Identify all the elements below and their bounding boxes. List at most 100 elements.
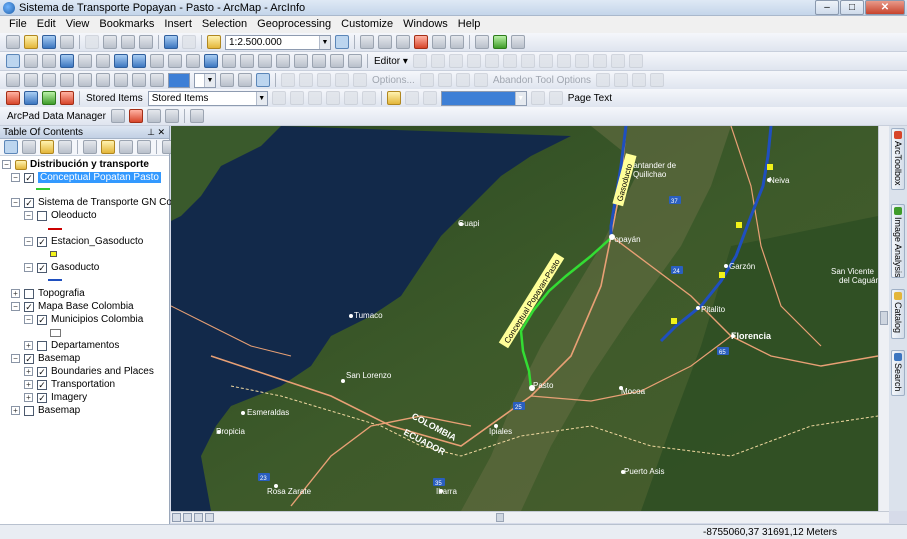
trace-icon[interactable] bbox=[484, 54, 499, 68]
arctoolbox-icon[interactable] bbox=[414, 35, 428, 49]
hyperlink-icon[interactable] bbox=[222, 54, 236, 68]
layer-row-departamentos[interactable]: + Departamentos bbox=[24, 339, 119, 352]
find-route-icon[interactable] bbox=[294, 54, 308, 68]
next-page-icon[interactable] bbox=[530, 91, 545, 105]
layer-row-conceptual[interactable]: − ✓ Conceptual Popatan Pasto bbox=[11, 171, 161, 184]
swipe-icon[interactable] bbox=[114, 73, 128, 87]
layer-row-basemap[interactable]: + Basemap bbox=[11, 404, 80, 417]
layer-combo[interactable] bbox=[168, 72, 190, 88]
edit-vertices-icon[interactable] bbox=[502, 54, 517, 68]
layer-row-municipios[interactable]: − ✓ Municipios Colombia bbox=[24, 313, 143, 326]
raster-icon[interactable] bbox=[119, 140, 133, 154]
map-scale-combo[interactable]: 1:2.500.000 ▼ bbox=[225, 34, 331, 50]
collapse-icon[interactable]: − bbox=[24, 263, 33, 272]
menu-insert[interactable]: Insert bbox=[159, 16, 197, 33]
data-view-icon[interactable] bbox=[172, 513, 181, 522]
layer-checkbox[interactable] bbox=[24, 405, 34, 416]
map-display[interactable]: Guapi Tumaco San Lorenzo Esmeraldas Prop… bbox=[171, 126, 878, 511]
layer-checkbox[interactable]: ✓ bbox=[37, 314, 47, 325]
check-out-icon[interactable] bbox=[164, 109, 179, 123]
fit-to-display-icon[interactable] bbox=[60, 73, 74, 87]
tab-image-analysis[interactable]: Image Analysis bbox=[891, 204, 905, 278]
gamma-icon[interactable] bbox=[256, 73, 270, 87]
minimize-button[interactable]: – bbox=[815, 0, 839, 15]
measure-icon[interactable] bbox=[258, 54, 272, 68]
end-point-arc-icon[interactable] bbox=[466, 54, 481, 68]
menu-customize[interactable]: Customize bbox=[336, 16, 398, 33]
page-text-menu[interactable]: Page Text bbox=[568, 93, 612, 104]
advanced-edit-icon[interactable] bbox=[335, 73, 349, 87]
layer-checkbox[interactable]: ✓ bbox=[37, 236, 47, 247]
menu-selection[interactable]: Selection bbox=[197, 16, 252, 33]
pan-icon[interactable] bbox=[42, 54, 56, 68]
layer-checkbox[interactable]: ✓ bbox=[24, 301, 34, 312]
layer-row-oleoducto[interactable]: − Oleoducto bbox=[24, 209, 97, 222]
viewer-window-icon[interactable] bbox=[348, 54, 362, 68]
pause-drawing-icon[interactable] bbox=[205, 513, 214, 522]
brightness-icon[interactable] bbox=[238, 73, 252, 87]
layer-checkbox[interactable]: ✓ bbox=[24, 197, 34, 208]
list-by-visibility-icon[interactable] bbox=[40, 140, 54, 154]
sketch-tool-icon[interactable] bbox=[430, 54, 445, 68]
get-data-for-arcpad-icon[interactable] bbox=[128, 109, 143, 123]
group-icon[interactable] bbox=[101, 140, 115, 154]
drawing-icon[interactable] bbox=[6, 73, 20, 87]
editor-menu[interactable]: Editor ▾ bbox=[374, 56, 408, 67]
snapping-icon[interactable] bbox=[614, 73, 629, 87]
flicker-icon[interactable] bbox=[132, 73, 146, 87]
layer-checkbox[interactable]: ✓ bbox=[24, 353, 34, 364]
select-features-icon[interactable] bbox=[150, 54, 164, 68]
straight-segment-icon[interactable] bbox=[448, 54, 463, 68]
spatial-adjust-icon[interactable] bbox=[353, 73, 367, 87]
layer-dropdown[interactable]: ▼ bbox=[194, 72, 216, 88]
back-extent-icon[interactable] bbox=[114, 54, 128, 68]
save-icon[interactable] bbox=[42, 35, 56, 49]
last-page-icon[interactable] bbox=[548, 91, 563, 105]
find-icon[interactable] bbox=[276, 54, 290, 68]
chevron-down-icon[interactable]: ▼ bbox=[204, 73, 215, 87]
menu-edit[interactable]: Edit bbox=[32, 16, 61, 33]
chevron-down-icon[interactable]: ▼ bbox=[514, 91, 526, 105]
construct-icon[interactable] bbox=[437, 73, 452, 87]
tool-icon[interactable] bbox=[493, 35, 507, 49]
identify-icon[interactable] bbox=[204, 54, 218, 68]
expand-icon[interactable]: + bbox=[11, 406, 20, 415]
list-by-selection-icon[interactable] bbox=[58, 140, 72, 154]
fixed-zoom-in-icon[interactable] bbox=[78, 54, 92, 68]
previous-page-icon[interactable] bbox=[422, 91, 437, 105]
layer-row-estacion[interactable]: − ✓ Estacion_Gasoducto bbox=[24, 235, 143, 248]
contrast-icon[interactable] bbox=[220, 73, 234, 87]
layer-row-mapa-base[interactable]: − ✓ Mapa Base Colombia bbox=[11, 300, 134, 313]
page-combo[interactable]: ▼ bbox=[440, 90, 527, 106]
parcel-icon[interactable] bbox=[419, 73, 434, 87]
rotate-icon[interactable] bbox=[574, 54, 589, 68]
settings-icon[interactable] bbox=[361, 91, 376, 105]
symbol-icon[interactable] bbox=[137, 140, 151, 154]
layer-checkbox[interactable]: ✓ bbox=[37, 392, 47, 403]
text-icon[interactable] bbox=[6, 91, 20, 105]
fixed-zoom-out-icon[interactable] bbox=[96, 54, 110, 68]
expand-icon[interactable]: + bbox=[24, 380, 33, 389]
stored-items-combo[interactable]: Stored Items ▼ bbox=[147, 90, 268, 106]
record-icon[interactable] bbox=[289, 91, 304, 105]
scrollbar-thumb[interactable] bbox=[496, 513, 504, 522]
options-button[interactable]: Options... bbox=[372, 75, 415, 86]
arcmap-app-icon[interactable] bbox=[3, 1, 15, 14]
list-by-drawing-order-icon[interactable] bbox=[4, 140, 18, 154]
menu-windows[interactable]: Windows bbox=[398, 16, 453, 33]
cut-polygons-icon[interactable] bbox=[538, 54, 553, 68]
grid-icon[interactable] bbox=[307, 91, 322, 105]
expand-icon[interactable]: + bbox=[24, 393, 33, 402]
map-vertical-scrollbar[interactable] bbox=[878, 126, 889, 511]
play-icon[interactable] bbox=[271, 91, 286, 105]
menu-geoprocessing[interactable]: Geoprocessing bbox=[252, 16, 336, 33]
python-window-icon[interactable] bbox=[432, 35, 446, 49]
maximize-button[interactable]: □ bbox=[840, 0, 864, 15]
collapse-icon[interactable]: − bbox=[2, 160, 11, 169]
layer-row-transportation[interactable]: + ✓ Transportation bbox=[24, 378, 115, 391]
collapse-icon[interactable]: − bbox=[24, 315, 33, 324]
open-folder-icon[interactable] bbox=[24, 35, 38, 49]
annotation-icon[interactable] bbox=[650, 73, 665, 87]
first-page-icon[interactable] bbox=[404, 91, 419, 105]
attributes-icon[interactable] bbox=[592, 54, 607, 68]
